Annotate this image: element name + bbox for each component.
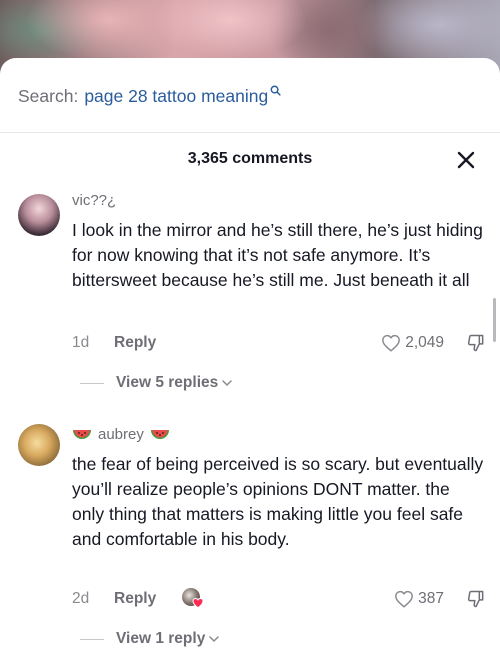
comment-time: 1d [72, 334, 90, 351]
heart-outline-icon [382, 334, 401, 352]
scrollbar[interactable] [493, 298, 496, 342]
close-button[interactable] [452, 146, 480, 174]
like-count: 2,049 [405, 334, 444, 351]
heart-filled-icon [192, 597, 204, 609]
search-icon [270, 85, 281, 96]
comment-username: aubrey [98, 426, 144, 443]
divider-line [80, 638, 104, 640]
view-replies-label: View 1 reply [116, 630, 206, 647]
dislike-icon[interactable] [466, 589, 486, 609]
close-icon [457, 151, 475, 169]
comment-meta: 1d Reply 2,049 [72, 332, 492, 354]
like-button[interactable]: 2,049 [381, 334, 444, 352]
comment-username[interactable]: vic??¿ [72, 192, 116, 209]
comment-text: the fear of being perceived is so scary.… [72, 454, 484, 549]
divider-line [80, 382, 104, 384]
dislike-icon[interactable] [466, 333, 486, 353]
comments-sheet: Search: page 28 tattoo meaning 3,365 com… [0, 58, 500, 658]
chevron-down-icon [222, 380, 232, 387]
search-prefix: Search: [18, 85, 79, 106]
view-replies-label: View 5 replies [116, 374, 219, 391]
chevron-down-icon [209, 636, 220, 643]
comments-count-title: 3,365 comments [187, 150, 313, 167]
comment-meta: 2d Reply 387 [72, 588, 492, 610]
divider [0, 132, 500, 133]
reply-button[interactable]: Reply [114, 334, 156, 352]
comment-text: I look in the mirror and he’s still ther… [72, 220, 483, 290]
liked-by-creator-badge [182, 588, 204, 610]
view-replies-button[interactable]: View 5 replies [80, 374, 232, 392]
watermelon-icon [150, 429, 169, 439]
reply-button[interactable]: Reply [114, 590, 156, 608]
heart-outline-icon [395, 590, 414, 608]
comment-time: 2d [72, 590, 90, 607]
view-replies-button[interactable]: View 1 reply [80, 630, 220, 648]
like-button[interactable]: 387 [394, 590, 444, 608]
search-suggestion[interactable]: Search: page 28 tattoo meaning [18, 84, 281, 108]
search-query-link[interactable]: page 28 tattoo meaning [84, 86, 268, 107]
watermelon-icon [73, 429, 91, 439]
like-count: 387 [418, 590, 444, 607]
comment-username-row[interactable]: aubrey [72, 426, 170, 443]
avatar[interactable] [18, 194, 60, 236]
avatar[interactable] [18, 424, 60, 466]
